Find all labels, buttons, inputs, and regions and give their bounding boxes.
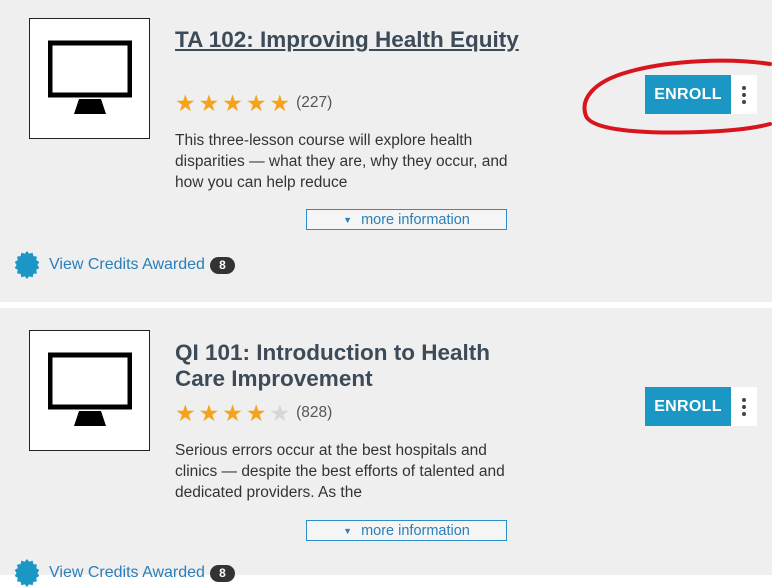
more-options-menu-button[interactable] — [731, 387, 757, 426]
star-icon: ★ — [198, 90, 220, 116]
star-empty-icon: ★ — [269, 400, 291, 426]
star-icon: ★ — [245, 400, 267, 426]
view-credits-link[interactable]: View Credits Awarded 8 — [12, 250, 235, 280]
star-icon: ★ — [222, 400, 243, 426]
star-rating: ★ ★ ★ ★ ★ (227) — [175, 90, 333, 116]
view-credits-link[interactable]: View Credits Awarded 8 — [12, 558, 235, 588]
course-description: Serious errors occur at the best hospita… — [175, 442, 505, 501]
caret-down-icon: ▼ — [343, 525, 353, 536]
star-icon: ★ — [175, 90, 196, 116]
star-icon: ★ — [222, 90, 243, 116]
star-icon: ★ — [175, 400, 196, 426]
more-information-label: more information — [361, 522, 470, 539]
credits-count-badge: 8 — [209, 256, 235, 274]
computer-monitor-icon — [48, 352, 132, 426]
seal-badge-icon — [14, 559, 40, 587]
more-information-toggle[interactable]: ▼ more information — [306, 209, 507, 230]
enroll-button[interactable]: ENROLL — [645, 387, 731, 426]
course-title[interactable]: QI 101: Introduction to Health Care Impr… — [175, 340, 535, 392]
computer-monitor-icon — [48, 40, 132, 114]
star-icon: ★ — [269, 90, 291, 116]
course-description: This three-lesson course will explore he… — [175, 132, 508, 191]
enroll-button[interactable]: ENROLL — [645, 75, 731, 114]
caret-down-icon: ▼ — [343, 214, 353, 225]
course-card: TA 102: Improving Health Equity ★ ★ ★ ★ … — [0, 0, 772, 302]
rating-count: (227) — [296, 94, 333, 111]
rating-count: (828) — [296, 404, 333, 421]
course-thumbnail[interactable] — [29, 18, 150, 139]
credits-count-badge: 8 — [209, 564, 235, 582]
view-credits-label: View Credits Awarded — [49, 564, 205, 581]
star-rating: ★ ★ ★ ★ ★ (828) — [175, 400, 333, 426]
course-thumbnail[interactable] — [29, 330, 150, 451]
star-icon: ★ — [245, 90, 267, 116]
more-options-menu-button[interactable] — [731, 75, 757, 114]
view-credits-label: View Credits Awarded — [49, 256, 205, 273]
course-card: QI 101: Introduction to Health Care Impr… — [0, 308, 772, 587]
star-icon: ★ — [198, 400, 220, 426]
more-information-toggle[interactable]: ▼ more information — [306, 520, 507, 541]
course-title-link[interactable]: TA 102: Improving Health Equity — [175, 27, 535, 53]
seal-badge-icon — [14, 251, 40, 279]
more-information-label: more information — [361, 211, 470, 228]
